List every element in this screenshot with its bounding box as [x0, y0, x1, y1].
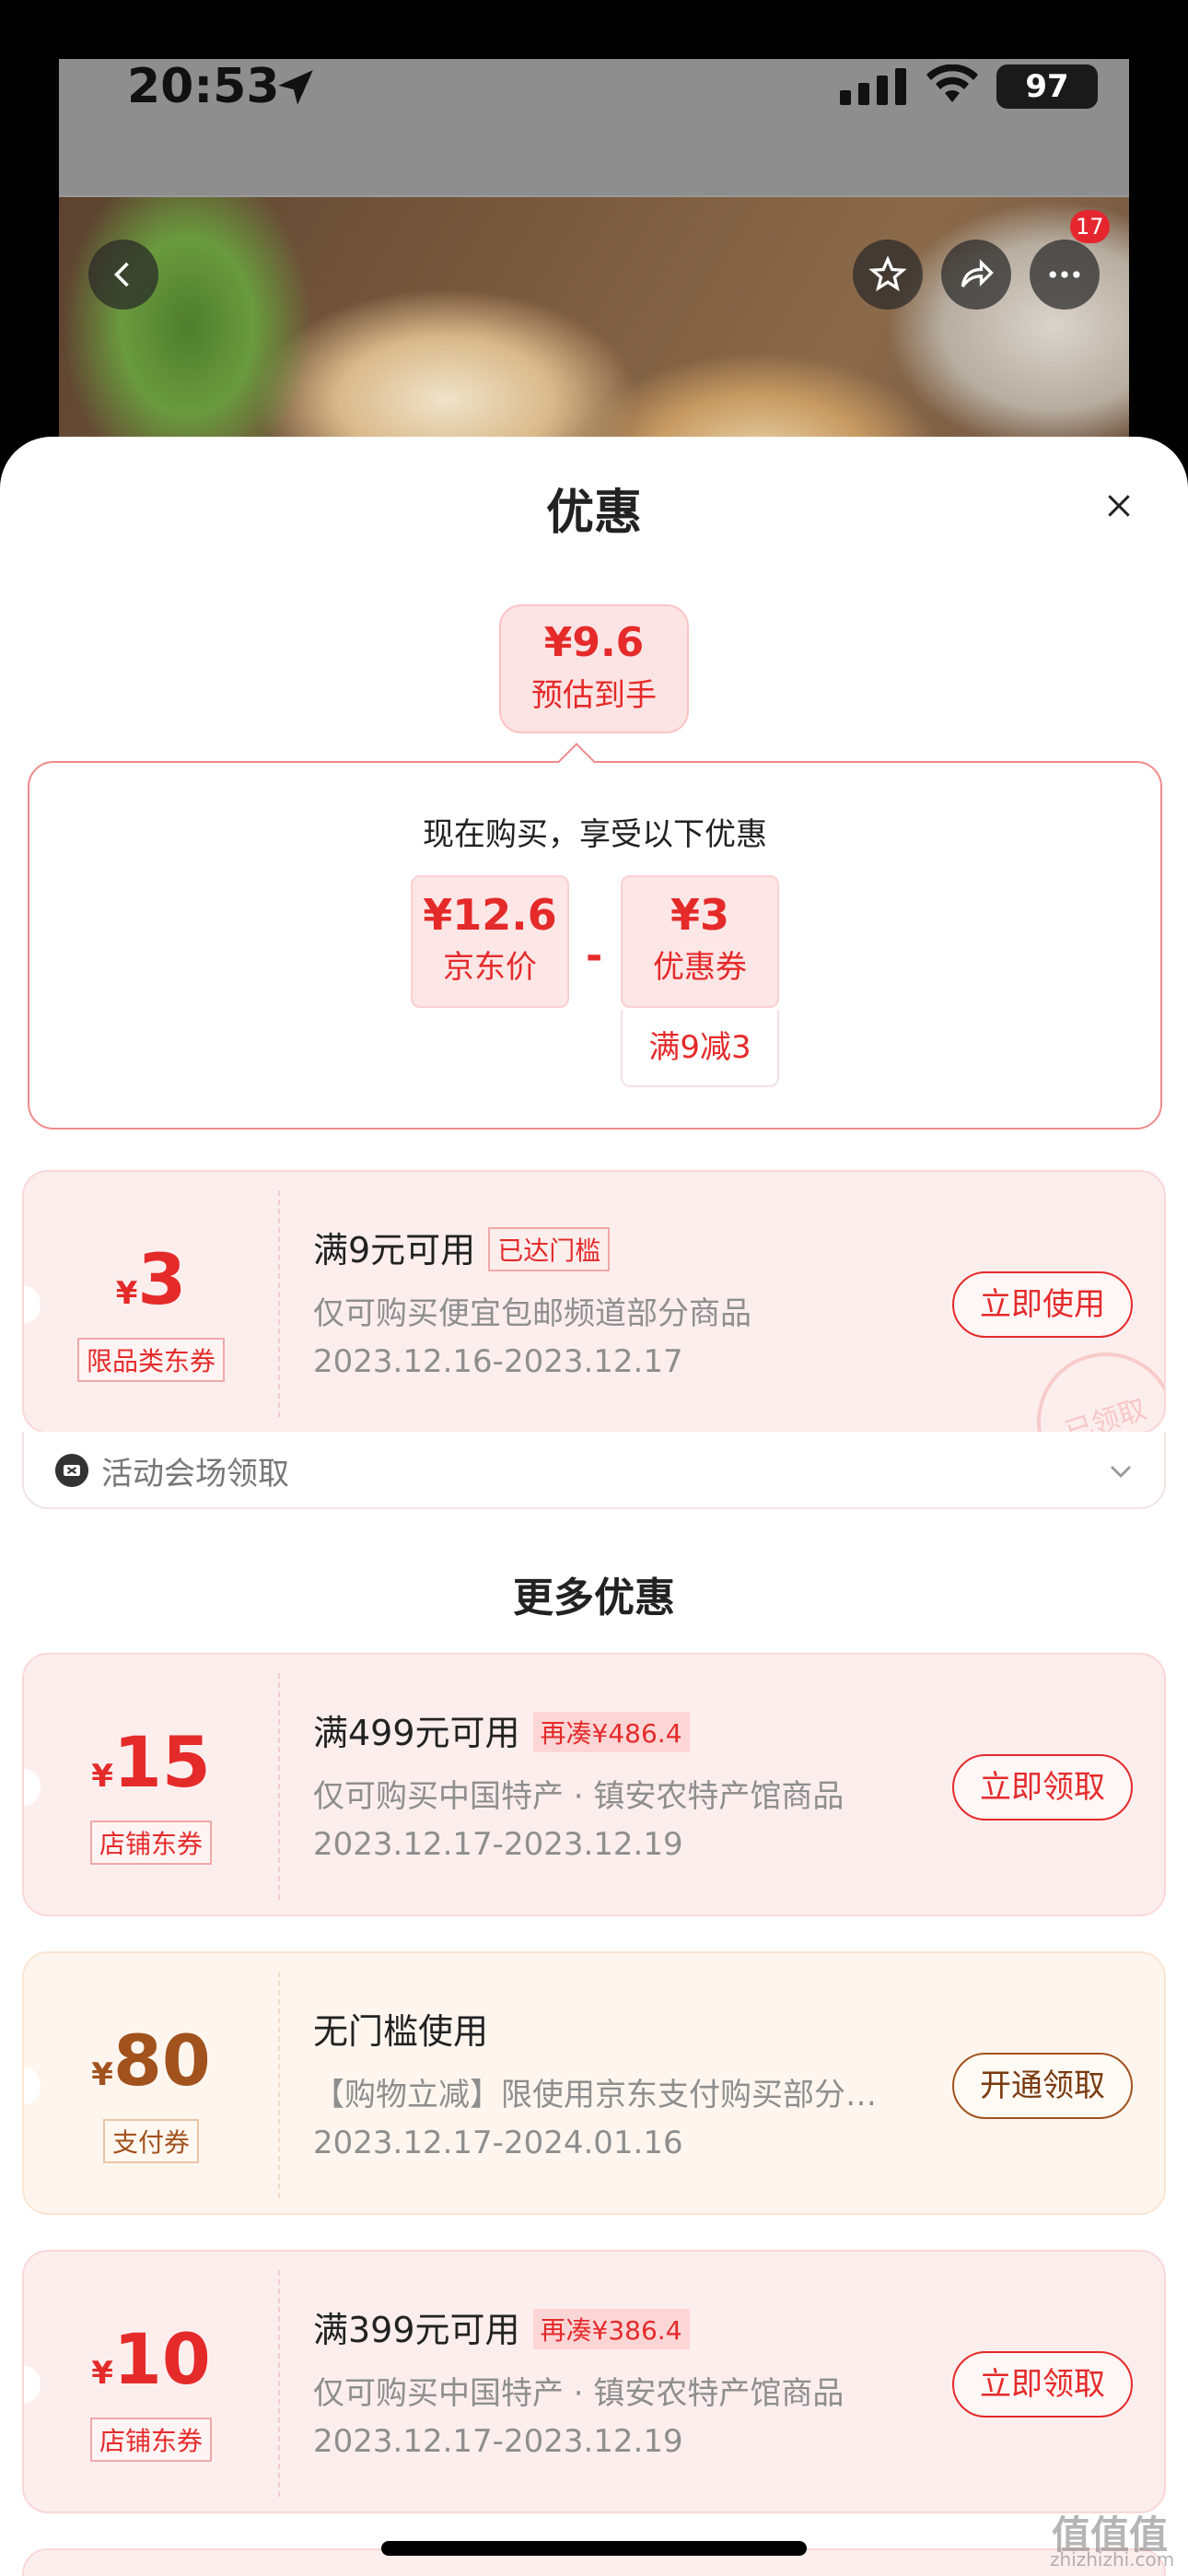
- venue-claim-row[interactable]: 活动会场领取: [22, 1432, 1166, 1509]
- coupon-amount: ¥10: [91, 2318, 211, 2400]
- status-time: 20:53: [127, 59, 280, 114]
- more-button[interactable]: [1030, 240, 1100, 310]
- estimated-price: ¥9.6: [543, 619, 645, 666]
- signal-icon: [840, 68, 906, 105]
- back-button[interactable]: [88, 240, 158, 310]
- coupon-card-current: ¥3 限品类东券 满9元可用 已达门槛 仅可购买便宜包邮频道部分商品 2023.1…: [22, 1170, 1166, 1434]
- claim-now-button[interactable]: 立即领取: [952, 2351, 1133, 2418]
- estimated-price-box: ¥9.6 预估到手: [499, 604, 689, 733]
- coupon-date-range: 2023.12.17-2024.01.16: [313, 2125, 683, 2161]
- coupon-type: 店铺东券: [89, 2418, 212, 2462]
- claim-now-button[interactable]: 立即领取: [952, 1754, 1133, 1821]
- threshold-tag: 已达门槛: [488, 1226, 611, 1271]
- close-icon: [1108, 495, 1130, 517]
- jd-price-box: ¥12.6 京东价: [411, 875, 569, 1008]
- price-calculation: 现在购买，享受以下优惠 ¥12.6 京东价 - ¥3 优惠券 满9减3: [28, 761, 1162, 1130]
- coupon-description: 仅可购买中国特产 · 镇安农特产馆商品: [313, 1778, 844, 1815]
- sheet-title: 优惠: [545, 486, 642, 541]
- coupon-title: 满499元可用 再凑¥486.4: [313, 1704, 690, 1756]
- more-discounts-title: 更多优惠: [513, 1575, 675, 1622]
- coupon-type: 限品类东券: [76, 1338, 225, 1382]
- coupon-description: 【购物立减】限使用京东支付购买部分…: [313, 2077, 877, 2113]
- coupon-description: 仅可购买便宜包邮频道部分商品: [313, 1295, 751, 1332]
- discount-sheet: 优惠 ¥9.6 预估到手 现在购买，享受以下优惠 ¥12.6 京东价 - ¥3 …: [0, 437, 1188, 2576]
- coupon-condition: 满9减3: [621, 1010, 779, 1087]
- coupon-card: ¥10 店铺东券 满399元可用 再凑¥386.4 仅可购买中国特产 · 镇安农特…: [22, 2250, 1166, 2513]
- chevron-down-icon[interactable]: [1107, 1458, 1135, 1485]
- jd-price-label: 京东价: [443, 949, 537, 986]
- use-now-button[interactable]: 立即使用: [952, 1271, 1133, 1338]
- share-icon: [961, 259, 994, 287]
- remaining-amount-tag: 再凑¥486.4: [532, 1711, 690, 1752]
- calculation-heading: 现在购买，享受以下优惠: [423, 816, 767, 853]
- location-arrow-icon: [278, 70, 313, 105]
- coupon-type: 支付券: [102, 2119, 199, 2163]
- coupon-type: 店铺东券: [89, 1821, 212, 1865]
- remaining-amount-tag: 再凑¥386.4: [532, 2308, 690, 2349]
- status-bar: 20:53 97: [59, 59, 1129, 195]
- activate-claim-button[interactable]: 开通领取: [952, 2053, 1133, 2119]
- coupon-description: 仅可购买中国特产 · 镇安农特产馆商品: [313, 2375, 844, 2412]
- coupon-discount-value: ¥3: [670, 890, 729, 940]
- coupon-title: 满399元可用 再凑¥386.4: [313, 2301, 690, 2353]
- coupon-discount-label: 优惠券: [653, 949, 747, 986]
- estimated-price-label: 预估到手: [531, 677, 657, 714]
- watermark-url: zhizhizhi.com: [1050, 2548, 1175, 2570]
- more-icon: [1049, 271, 1080, 278]
- back-icon: [113, 262, 129, 287]
- coupon-card: ¥15 店铺东券 满499元可用 再凑¥486.4 仅可购买中国特产 · 镇安农特…: [22, 1653, 1166, 1916]
- coupon-title: 无门槛使用: [313, 2011, 489, 2052]
- claimed-stamp: 已领取: [1019, 1334, 1164, 1432]
- coupon-amount: ¥80: [91, 2020, 211, 2102]
- coupon-discount-box: ¥3 优惠券: [621, 875, 779, 1008]
- coupon-card: ¥80 支付券 无门槛使用 【购物立减】限使用京东支付购买部分… 2023.12…: [22, 1951, 1166, 2215]
- coupon-date-range: 2023.12.17-2023.12.19: [313, 2423, 683, 2460]
- share-button[interactable]: [941, 240, 1011, 310]
- coupon-title: 满9元可用 已达门槛: [313, 1222, 611, 1275]
- coupon-date-range: 2023.12.17-2023.12.19: [313, 1826, 683, 1863]
- notification-badge: 17: [1070, 210, 1110, 243]
- home-indicator[interactable]: [381, 2541, 807, 2556]
- coupon-amount: ¥3: [115, 1238, 187, 1320]
- battery-indicator: 97: [996, 64, 1098, 109]
- minus-operator: -: [586, 932, 603, 979]
- wifi-icon: [926, 64, 978, 102]
- jd-price-value: ¥12.6: [423, 890, 557, 940]
- star-icon: [868, 255, 907, 292]
- ticket-icon: [55, 1454, 88, 1487]
- venue-claim-label: 活动会场领取: [101, 1456, 289, 1493]
- favorite-button[interactable]: [853, 240, 923, 310]
- coupon-date-range: 2023.12.16-2023.12.17: [313, 1343, 683, 1380]
- coupon-amount: ¥15: [91, 1721, 211, 1803]
- close-button[interactable]: [1096, 483, 1142, 529]
